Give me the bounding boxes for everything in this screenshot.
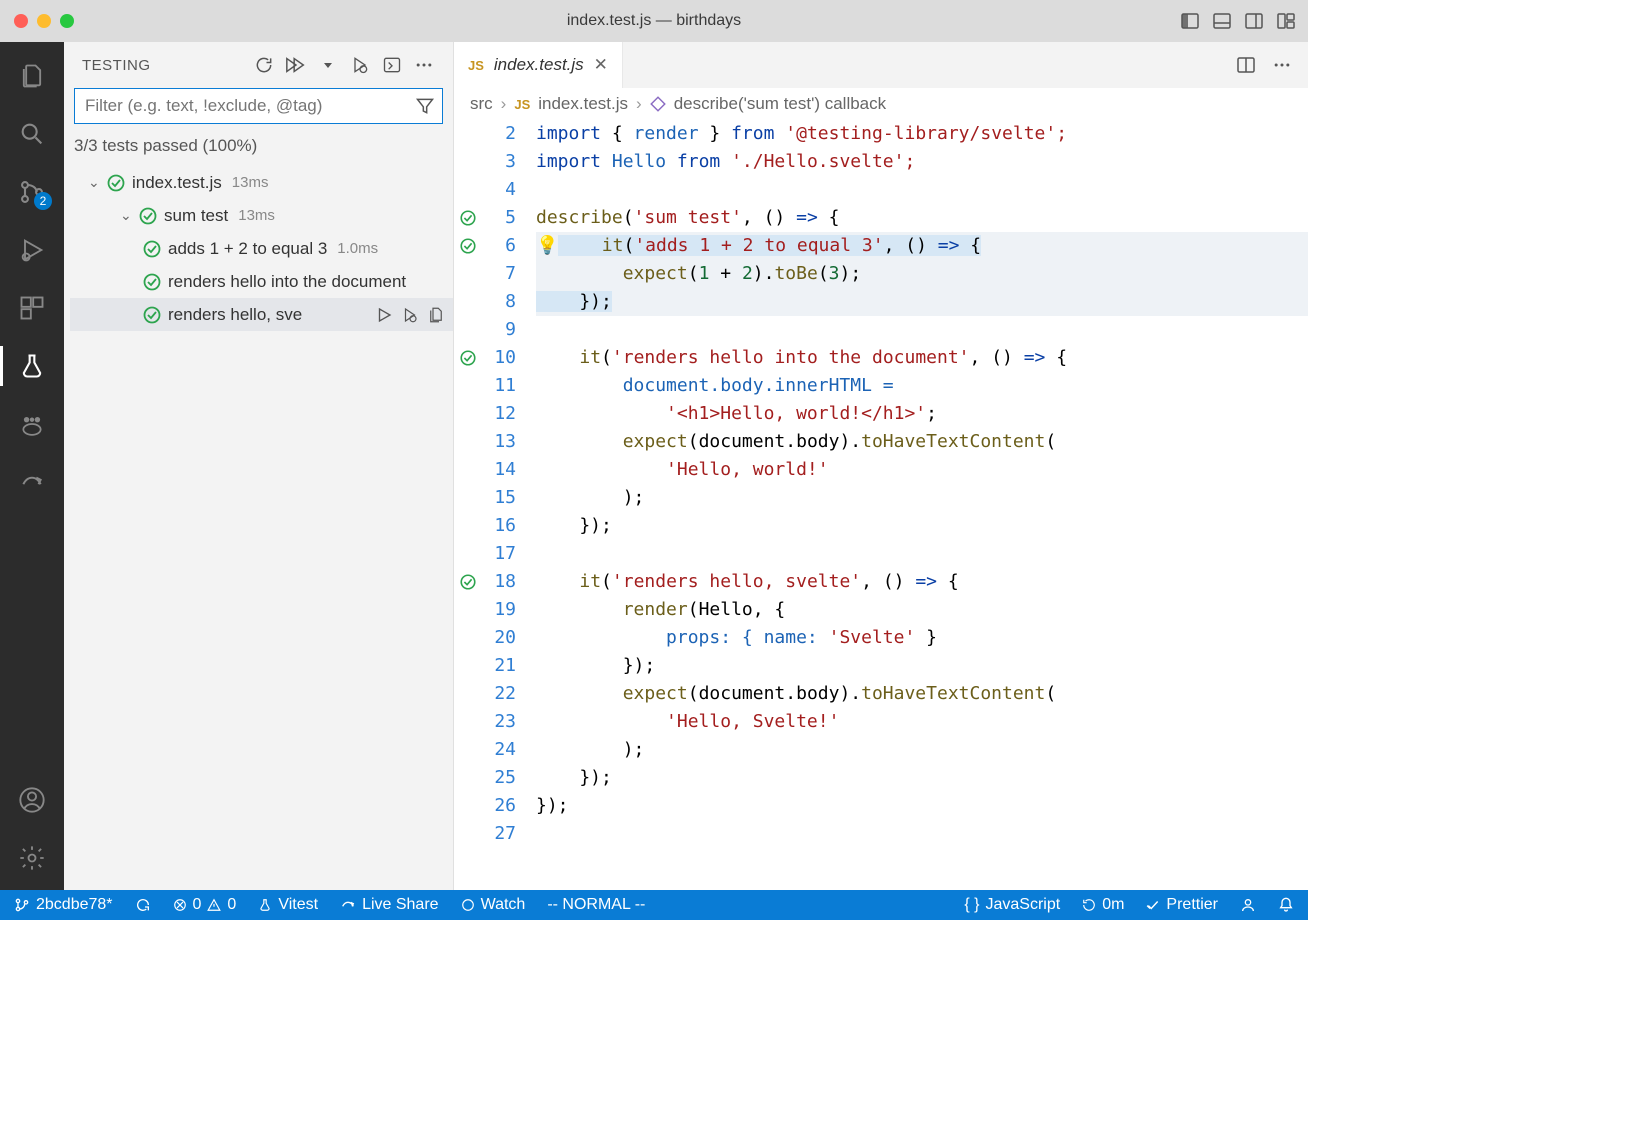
window-title: index.test.js — birthdays bbox=[567, 12, 741, 30]
language-button[interactable]: { } JavaScript bbox=[964, 896, 1060, 914]
more-actions-icon[interactable] bbox=[413, 54, 435, 76]
tab-bar: JS index.test.js ✕ bbox=[454, 42, 1308, 88]
chevron-right-icon: › bbox=[501, 94, 507, 114]
filter-tests-input[interactable] bbox=[74, 88, 443, 124]
status-bar: 2bcdbe78* 0 0 Vitest Live Share Watch --… bbox=[0, 890, 1308, 920]
time-button[interactable]: 0m bbox=[1082, 896, 1124, 914]
testing-sidebar: TESTING 3/3 tests passed (100%) ⌄ index.… bbox=[64, 42, 454, 890]
test-gutter bbox=[454, 120, 482, 890]
traffic-lights bbox=[14, 14, 74, 28]
customize-layout-icon[interactable] bbox=[1276, 11, 1296, 31]
filter-icon[interactable] bbox=[415, 96, 435, 116]
settings-gear-icon[interactable] bbox=[16, 842, 48, 874]
prettier-button[interactable]: Prettier bbox=[1146, 896, 1218, 914]
tree-test-row[interactable]: adds 1 + 2 to equal 3 1.0ms bbox=[70, 232, 453, 265]
tree-test-row[interactable]: renders hello, sve bbox=[70, 298, 453, 331]
run-test-icon[interactable] bbox=[375, 306, 393, 324]
chevron-down-icon[interactable]: ⌄ bbox=[120, 207, 138, 224]
chevron-right-icon: › bbox=[636, 94, 642, 114]
tab-filename: index.test.js bbox=[494, 55, 584, 75]
notifications-icon[interactable] bbox=[1278, 897, 1294, 913]
vitest-button[interactable]: Vitest bbox=[258, 896, 318, 914]
test-tree: ⌄ index.test.js 13ms ⌄ sum test 13ms add… bbox=[64, 166, 453, 331]
explorer-icon[interactable] bbox=[16, 60, 48, 92]
minimize-window-button[interactable] bbox=[37, 14, 51, 28]
symbol-icon bbox=[650, 96, 666, 112]
pass-icon bbox=[142, 305, 162, 325]
code-lines[interactable]: import { render } from '@testing-library… bbox=[526, 120, 1308, 890]
pass-icon bbox=[138, 206, 158, 226]
feedback-icon[interactable] bbox=[1240, 897, 1256, 913]
watch-button[interactable]: Watch bbox=[461, 896, 526, 914]
toggle-panel-icon[interactable] bbox=[1212, 11, 1232, 31]
problems-button[interactable]: 0 0 bbox=[173, 896, 237, 914]
pass-icon[interactable] bbox=[459, 573, 477, 591]
git-branch-button[interactable]: 2bcdbe78* bbox=[14, 896, 113, 914]
close-tab-icon[interactable]: ✕ bbox=[594, 55, 608, 75]
debug-tests-icon[interactable] bbox=[349, 54, 371, 76]
scm-badge: 2 bbox=[34, 192, 52, 210]
pass-icon bbox=[142, 272, 162, 292]
line-numbers: 2345678910111213141516171819202122232425… bbox=[482, 120, 526, 890]
toggle-secondary-sidebar-icon[interactable] bbox=[1244, 11, 1264, 31]
run-debug-icon[interactable] bbox=[16, 234, 48, 266]
title-bar: index.test.js — birthdays bbox=[0, 0, 1308, 42]
sync-button[interactable] bbox=[135, 897, 151, 913]
more-editor-actions-icon[interactable] bbox=[1272, 55, 1292, 75]
run-all-tests-icon[interactable] bbox=[285, 54, 307, 76]
extensions-icon[interactable] bbox=[16, 292, 48, 324]
code-editor[interactable]: 2345678910111213141516171819202122232425… bbox=[454, 120, 1308, 890]
share-icon[interactable] bbox=[16, 466, 48, 498]
tree-test-row[interactable]: renders hello into the document bbox=[70, 265, 453, 298]
tree-file-row[interactable]: ⌄ index.test.js 13ms bbox=[70, 166, 453, 199]
js-file-icon: JS bbox=[514, 97, 530, 112]
testing-icon[interactable] bbox=[16, 350, 48, 382]
close-window-button[interactable] bbox=[14, 14, 28, 28]
activity-bar: 2 bbox=[0, 42, 64, 890]
refresh-tests-icon[interactable] bbox=[253, 54, 275, 76]
test-status: 3/3 tests passed (100%) bbox=[64, 132, 453, 166]
editor-area: JS index.test.js ✕ src › JS index.test.j… bbox=[454, 42, 1308, 890]
show-output-icon[interactable] bbox=[381, 54, 403, 76]
copilot-icon[interactable] bbox=[16, 408, 48, 440]
search-icon[interactable] bbox=[16, 118, 48, 150]
lightbulb-icon[interactable]: 💡 bbox=[536, 235, 558, 256]
chevron-down-icon[interactable]: ⌄ bbox=[88, 174, 106, 191]
maximize-window-button[interactable] bbox=[60, 14, 74, 28]
sidebar-title: TESTING bbox=[82, 57, 243, 74]
breadcrumb[interactable]: src › JS index.test.js › describe('sum t… bbox=[454, 88, 1308, 120]
pass-icon bbox=[106, 173, 126, 193]
title-bar-actions bbox=[1180, 11, 1296, 31]
source-control-icon[interactable]: 2 bbox=[16, 176, 48, 208]
accounts-icon[interactable] bbox=[16, 784, 48, 816]
toggle-primary-sidebar-icon[interactable] bbox=[1180, 11, 1200, 31]
pass-icon[interactable] bbox=[459, 349, 477, 367]
run-dropdown-icon[interactable] bbox=[317, 54, 339, 76]
tree-suite-row[interactable]: ⌄ sum test 13ms bbox=[70, 199, 453, 232]
pass-icon bbox=[142, 239, 162, 259]
pass-icon[interactable] bbox=[459, 237, 477, 255]
vim-mode: -- NORMAL -- bbox=[547, 896, 645, 914]
debug-test-icon[interactable] bbox=[401, 306, 419, 324]
pass-icon[interactable] bbox=[459, 209, 477, 227]
braces-icon: { } bbox=[964, 896, 979, 914]
live-share-button[interactable]: Live Share bbox=[340, 896, 439, 914]
go-to-test-icon[interactable] bbox=[427, 306, 445, 324]
split-editor-icon[interactable] bbox=[1236, 55, 1256, 75]
editor-tab[interactable]: JS index.test.js ✕ bbox=[454, 42, 623, 88]
js-file-icon: JS bbox=[468, 58, 484, 73]
